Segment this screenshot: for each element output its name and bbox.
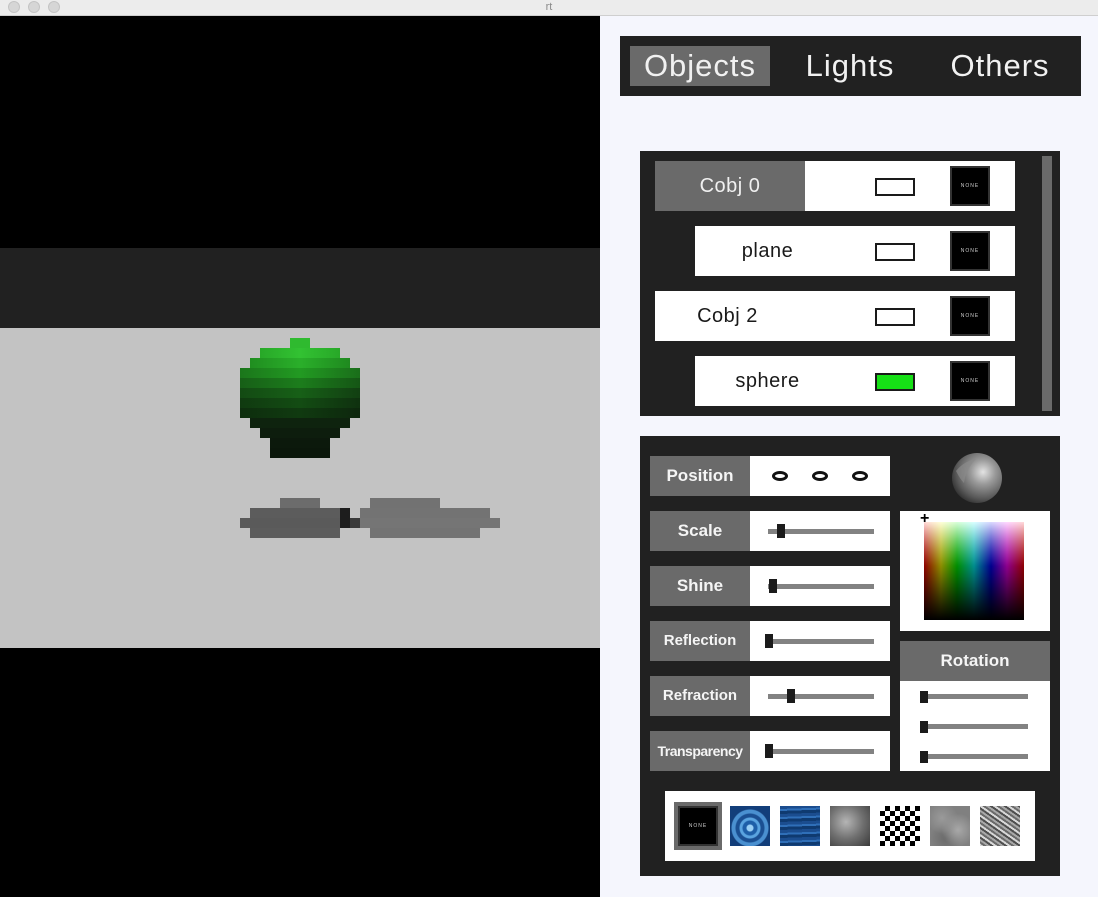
tab-lights[interactable]: Lights — [780, 46, 920, 86]
object-texture-thumb[interactable]: NONE — [950, 166, 990, 206]
rotation-z-handle[interactable] — [920, 751, 928, 763]
position-row: Position — [650, 456, 890, 496]
texture-water-waves[interactable] — [780, 806, 820, 846]
tab-bar: Objects Lights Others — [620, 36, 1081, 96]
render-viewport[interactable] — [0, 16, 600, 897]
texture-water-ripple[interactable] — [730, 806, 770, 846]
object-color-swatch[interactable] — [875, 178, 915, 196]
scale-slider-handle[interactable] — [777, 524, 785, 538]
object-texture-thumb[interactable]: NONE — [950, 361, 990, 401]
rotation-y-handle[interactable] — [920, 721, 928, 733]
transparency-row: Transparency — [650, 731, 890, 771]
object-list-scrollbar[interactable] — [1042, 156, 1052, 411]
object-color-swatch[interactable] — [875, 373, 915, 391]
object-name: plane — [741, 240, 794, 262]
crosshair-icon[interactable]: + — [920, 511, 932, 527]
object-row[interactable]: plane NONE — [695, 226, 1015, 276]
texture-metal-brushed[interactable] — [830, 806, 870, 846]
object-name: Cobj 2 — [697, 305, 758, 327]
tab-others[interactable]: Others — [930, 46, 1070, 86]
position-z-field[interactable] — [850, 468, 870, 484]
position-x-field[interactable] — [770, 468, 790, 484]
texture-checkerboard[interactable] — [880, 806, 920, 846]
transparency-slider-handle[interactable] — [765, 744, 773, 758]
color-picker[interactable]: + — [900, 511, 1050, 631]
position-y-field[interactable] — [810, 468, 830, 484]
refraction-slider-handle[interactable] — [787, 689, 795, 703]
rotation-z-slider[interactable] — [922, 754, 1028, 759]
shine-row: Shine — [650, 566, 890, 606]
scale-label: Scale — [650, 511, 750, 551]
window-titlebar: rt — [0, 0, 1098, 16]
texture-perlin-noise[interactable] — [930, 806, 970, 846]
object-texture-thumb[interactable]: NONE — [950, 296, 990, 336]
color-gradient[interactable] — [924, 522, 1024, 620]
background-band — [0, 248, 600, 328]
refraction-label: Refraction — [650, 676, 750, 716]
texture-marble-noise[interactable] — [980, 806, 1020, 846]
material-preview-sphere — [950, 451, 1004, 505]
reflection-slider-handle[interactable] — [765, 634, 773, 648]
properties-panel: Position + Rotation NONE Scale Shine Ref… — [640, 436, 1060, 876]
object-texture-thumb[interactable]: NONE — [950, 231, 990, 271]
rotation-panel: Rotation — [900, 641, 1050, 771]
shine-slider-handle[interactable] — [769, 579, 777, 593]
object-row[interactable]: sphere NONE — [695, 356, 1015, 406]
rotation-label: Rotation — [900, 641, 1050, 681]
shine-label: Shine — [650, 566, 750, 606]
reflection-row: Reflection — [650, 621, 890, 661]
object-color-swatch[interactable] — [875, 308, 915, 326]
position-label: Position — [650, 456, 750, 496]
object-color-swatch[interactable] — [875, 243, 915, 261]
scale-row: Scale — [650, 511, 890, 551]
object-name: Cobj 0 — [655, 161, 805, 211]
texture-none[interactable]: NONE — [674, 802, 722, 850]
refraction-slider[interactable] — [768, 694, 874, 699]
tab-objects[interactable]: Objects — [630, 46, 770, 86]
object-row[interactable]: Cobj 0 NONE — [655, 161, 1015, 211]
transparency-label: Transparency — [650, 731, 750, 771]
texture-picker: NONE — [665, 791, 1035, 861]
shine-slider[interactable] — [768, 584, 874, 589]
object-name: sphere — [735, 370, 800, 392]
reflection-slider[interactable] — [768, 639, 874, 644]
object-list: Cobj 0 NONE plane NONE Cobj 2 NONE spher… — [640, 151, 1060, 416]
rotation-y-slider[interactable] — [922, 724, 1028, 729]
rotation-x-slider[interactable] — [922, 694, 1028, 699]
reflection-label: Reflection — [650, 621, 750, 661]
rotation-x-handle[interactable] — [920, 691, 928, 703]
refraction-row: Refraction — [650, 676, 890, 716]
transparency-slider[interactable] — [768, 749, 874, 754]
window-title: rt — [545, 1, 553, 13]
object-row[interactable]: Cobj 2 NONE — [655, 291, 1015, 341]
editor-panel: Objects Lights Others Cobj 0 NONE plane … — [600, 16, 1098, 897]
